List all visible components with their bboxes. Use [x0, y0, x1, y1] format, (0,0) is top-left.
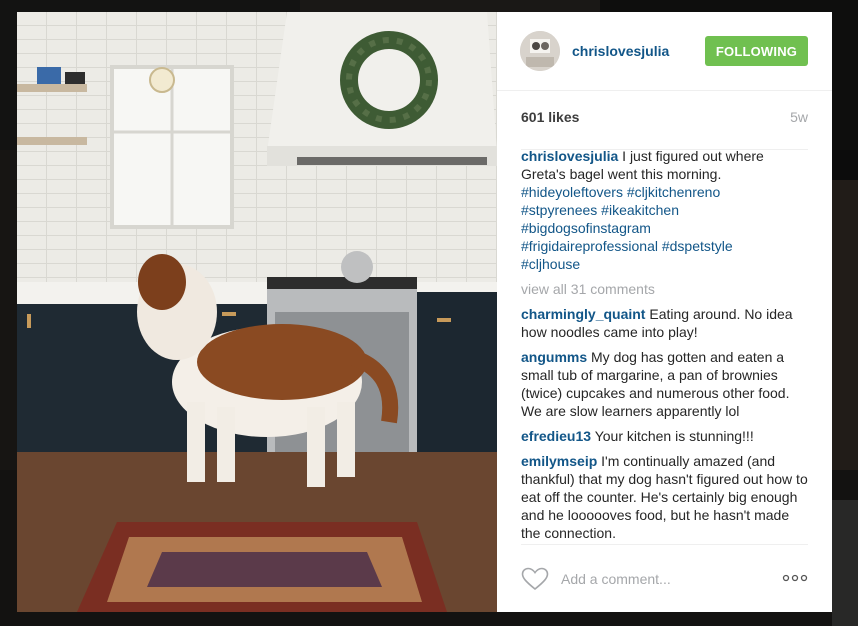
- comment-username-link[interactable]: angumms: [521, 349, 587, 365]
- comment-item: emilymseip I'm continually amazed (and t…: [521, 452, 811, 542]
- post-photo[interactable]: [17, 12, 497, 612]
- hashtag-link[interactable]: #stpyrenees: [521, 202, 597, 218]
- header-username-link[interactable]: chrislovesjulia: [572, 43, 669, 59]
- caption-text-line-2: Greta's bagel went this morning.: [521, 166, 722, 182]
- user-avatar[interactable]: [520, 31, 560, 71]
- hashtag-link[interactable]: #frigidaireprofessional: [521, 238, 658, 254]
- hashtag-link[interactable]: #cljhouse: [521, 256, 580, 272]
- post-details: chrislovesjulia FOLLOWING 601 likes 5w c…: [497, 12, 832, 612]
- hashtag-link[interactable]: #cljkitchenreno: [627, 184, 720, 200]
- add-comment-input[interactable]: [559, 565, 783, 593]
- hashtag-link[interactable]: #dspetstyle: [662, 238, 733, 254]
- comments-section: chrislovesjulia I just figured out where…: [521, 147, 811, 544]
- view-all-comments-link[interactable]: view all 31 comments: [521, 280, 811, 298]
- comment-text: Your kitchen is stunning!!!: [594, 428, 754, 444]
- comment-item: charmingly_quaint Eating around. No idea…: [521, 305, 811, 341]
- comment-username-link[interactable]: charmingly_quaint: [521, 306, 645, 322]
- caption-text-line-1: I just figured out where: [622, 148, 764, 164]
- post-stats: 601 likes 5w: [521, 109, 808, 150]
- post-header: chrislovesjulia FOLLOWING: [497, 12, 832, 91]
- more-options-icon[interactable]: [782, 573, 808, 583]
- hashtag-link[interactable]: #bigdogsofinstagram: [521, 220, 651, 236]
- comment-item: efredieu13 Your kitchen is stunning!!!: [521, 427, 811, 445]
- post-modal: chrislovesjulia FOLLOWING 601 likes 5w c…: [17, 12, 832, 612]
- caption: chrislovesjulia I just figured out where…: [521, 147, 811, 273]
- following-button[interactable]: FOLLOWING: [705, 36, 808, 66]
- hashtag-link[interactable]: #hideyoleftovers: [521, 184, 623, 200]
- likes-count[interactable]: 601 likes: [521, 109, 579, 125]
- comment-footer: [521, 544, 808, 613]
- heart-outline-icon[interactable]: [521, 567, 549, 591]
- caption-username-link[interactable]: chrislovesjulia: [521, 148, 618, 164]
- comment-item: angumms My dog has gotten and eaten a sm…: [521, 348, 811, 420]
- comment-username-link[interactable]: emilymseip: [521, 453, 597, 469]
- hashtag-link[interactable]: #ikeakitchen: [601, 202, 679, 218]
- comment-username-link[interactable]: efredieu13: [521, 428, 591, 444]
- post-age[interactable]: 5w: [790, 109, 808, 125]
